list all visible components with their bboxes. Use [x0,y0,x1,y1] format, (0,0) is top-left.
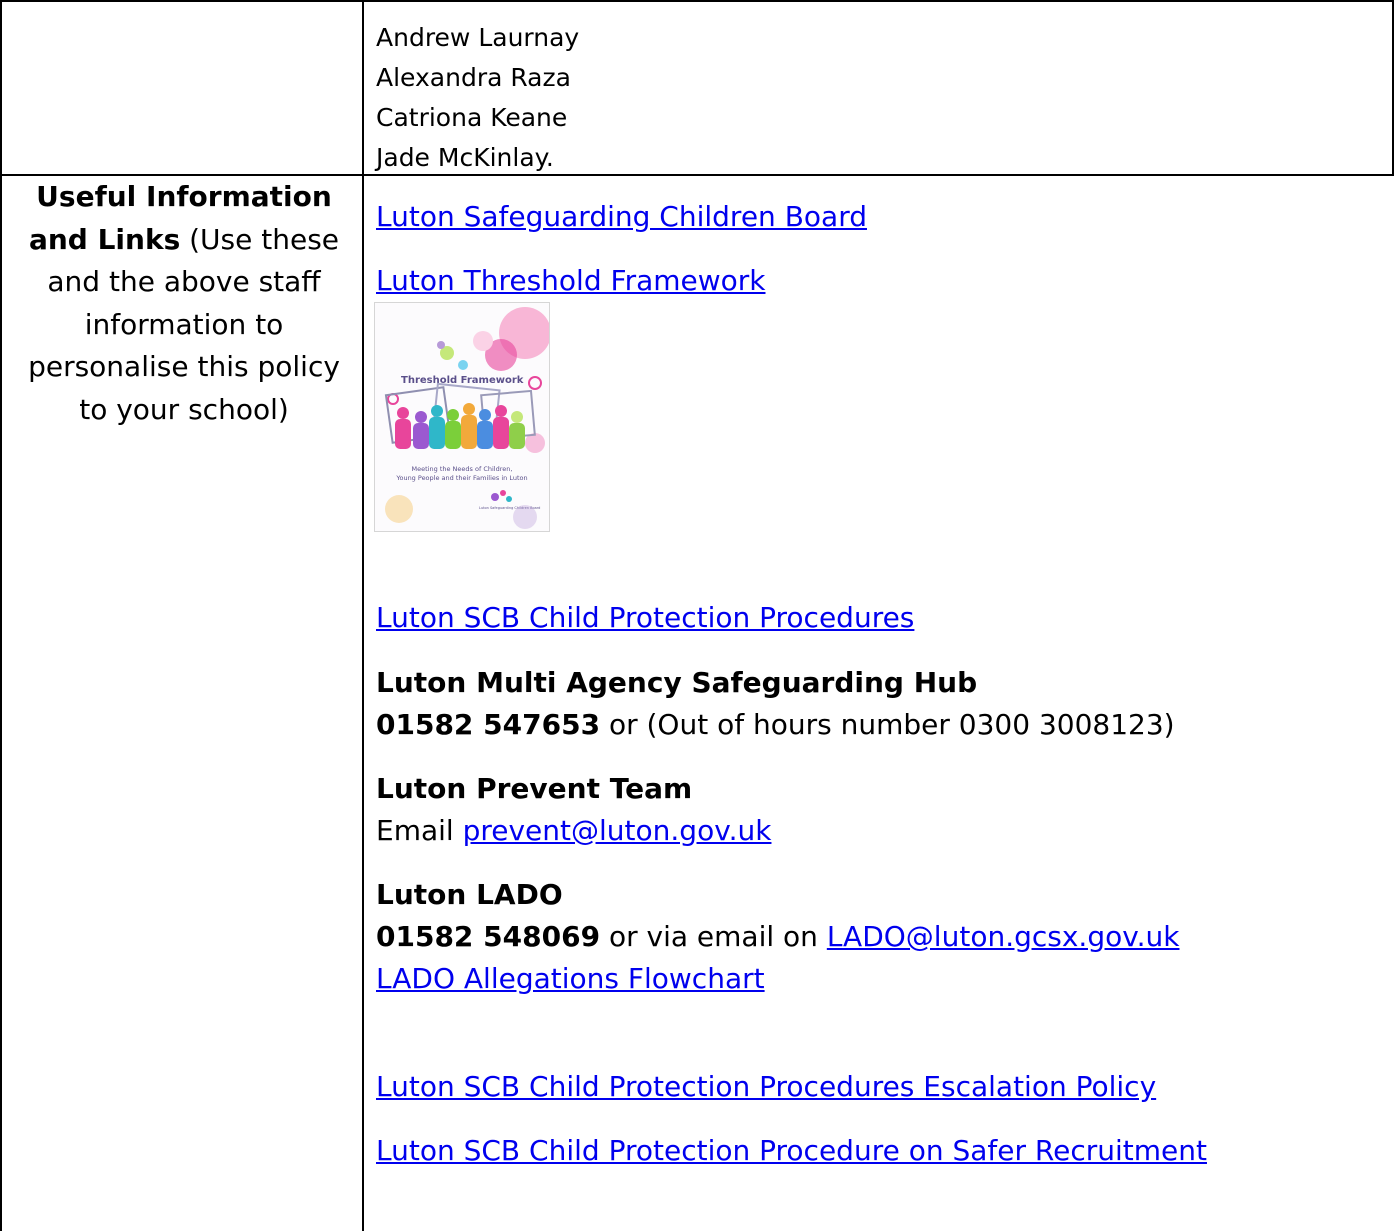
cover-subtitle-1: Meeting the Needs of Children, [412,465,513,473]
lado-flowchart-link[interactable]: LADO Allegations Flowchart [376,962,765,995]
heading-text: and the above staff [47,265,321,298]
threshold-framework-cover: Threshold Framework Meeting the Needs of… [374,302,550,532]
lscb-link[interactable]: Luton Safeguarding Children Board [376,200,867,233]
cover-illustration: Threshold Framework Meeting the Needs of… [384,307,549,529]
mash-phone-suffix: or (Out of hours number 0300 3008123) [600,708,1175,741]
table-top-border [0,0,1394,2]
prevent-email-label: Email [376,814,463,847]
prevent-title: Luton Prevent Team [376,772,693,805]
staff-name: Alexandra Raza [376,63,571,92]
lado-title: Luton LADO [376,878,563,911]
column-divider [362,0,364,1231]
lado-phone: 01582 548069 [376,920,601,953]
heading-text: personalise this policy [28,350,340,383]
lado-email-link[interactable]: LADO@luton.gcsx.gov.uk [827,920,1180,953]
staff-name: Jade McKinlay. [376,143,554,172]
mash-title: Luton Multi Agency Safeguarding Hub [376,666,978,699]
heading-bold: and Links [28,222,181,256]
heading-text: (Use these [180,222,340,256]
staff-name: Andrew Laurnay [376,23,580,52]
staff-list: Andrew Laurnay Alexandra Raza Catriona K… [376,18,579,178]
lado-phone-suffix: or via email on [600,920,827,953]
info-table: Andrew Laurnay Alexandra Raza Catriona K… [0,0,1394,1231]
mash-phone: 01582 547653 [376,708,601,741]
threshold-framework-link[interactable]: Luton Threshold Framework [376,264,766,297]
cover-title: Threshold Framework [401,375,524,386]
table-left-border [0,0,2,1231]
cover-subtitle-2: Young People and their Families in Luton [395,474,527,482]
safer-recruitment-link[interactable]: Luton SCB Child Protection Procedure on … [376,1134,1207,1167]
escalation-policy-link[interactable]: Luton SCB Child Protection Procedures Es… [376,1070,1156,1103]
heading-bold: Useful Information [36,180,332,213]
useful-info-heading: Useful Information and Links (Use these … [14,176,354,431]
heading-text: information to [84,307,284,341]
staff-name: Catriona Keane [376,103,568,132]
cp-procedures-link[interactable]: Luton SCB Child Protection Procedures [376,601,914,634]
heading-text: to your school) [79,392,289,426]
prevent-email-link[interactable]: prevent@luton.gov.uk [463,814,772,847]
